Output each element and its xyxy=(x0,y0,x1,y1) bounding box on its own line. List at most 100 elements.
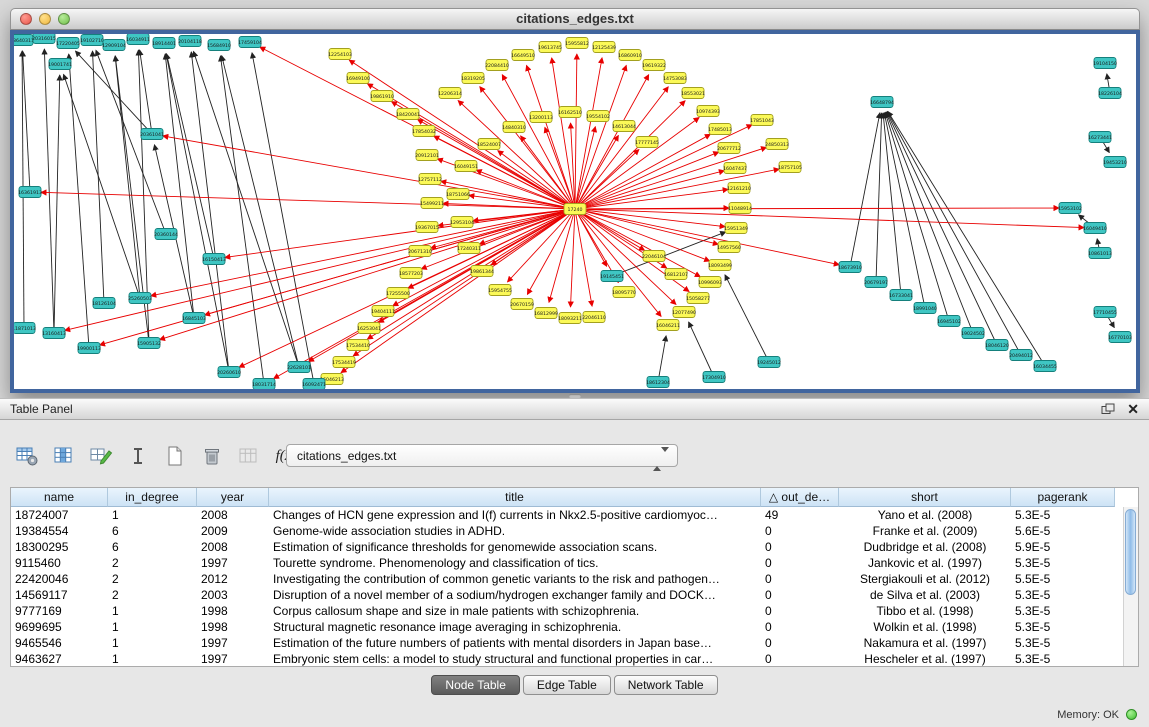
cell-short[interactable]: Hescheler et al. (1997) xyxy=(839,651,1011,667)
table-row[interactable]: 946362711997Embryonic stem cells: a mode… xyxy=(11,651,1138,667)
graph-node[interactable]: 15954755 xyxy=(488,285,512,296)
column-header-year[interactable]: year xyxy=(197,488,269,507)
graph-node[interactable]: 12077490 xyxy=(672,307,696,318)
cell-name[interactable]: 9699695 xyxy=(11,619,108,635)
graph-node[interactable]: 16770103 xyxy=(1108,332,1132,343)
cell-name[interactable]: 9115460 xyxy=(11,555,108,571)
cell-pagerank[interactable]: 5.3E-5 xyxy=(1011,507,1115,523)
graph-node[interactable]: 18524007 xyxy=(477,139,501,150)
graph-node[interactable]: 18319205 xyxy=(461,73,485,84)
graph-node[interactable]: 18751066 xyxy=(446,189,470,200)
table-row[interactable]: 969969511998Structural magnetic resonanc… xyxy=(11,619,1138,635)
graph-node[interactable]: 19404111 xyxy=(371,306,395,317)
cell-title[interactable]: Investigating the contribution of common… xyxy=(269,571,761,587)
graph-node[interactable]: 11048914 xyxy=(728,203,752,214)
graph-node[interactable]: 18226104 xyxy=(1098,88,1122,99)
graph-node[interactable]: 19001741 xyxy=(48,59,72,70)
minimize-window-button[interactable] xyxy=(39,13,51,25)
graph-node[interactable]: 13160413 xyxy=(42,328,66,339)
graph-node[interactable]: 12757112 xyxy=(418,174,442,185)
graph-node[interactable]: 19554102 xyxy=(586,111,610,122)
graph-node[interactable]: 18093211 xyxy=(558,313,582,324)
graph-node[interactable]: 16733041 xyxy=(889,290,913,301)
table-row[interactable]: 1938455462009Genome-wide association stu… xyxy=(11,523,1138,539)
graph-node[interactable]: 22046104 xyxy=(642,251,666,262)
graph-node[interactable]: 19861344 xyxy=(470,266,494,277)
column-header-short[interactable]: short xyxy=(839,488,1011,507)
graph-node[interactable]: 17255500 xyxy=(386,288,410,299)
cell-out_degree[interactable]: 0 xyxy=(761,587,839,603)
graph-node[interactable]: 20679197 xyxy=(864,277,888,288)
table-row[interactable]: 1830029562008Estimation of significance … xyxy=(11,539,1138,555)
graph-node[interactable]: 17459104 xyxy=(238,37,262,48)
table-row[interactable]: 911546021997Tourette syndrome. Phenomeno… xyxy=(11,555,1138,571)
graph-node[interactable]: 18577203 xyxy=(399,268,423,279)
cell-pagerank[interactable]: 5.6E-5 xyxy=(1011,523,1115,539)
cell-year[interactable]: 1997 xyxy=(197,635,269,651)
graph-node[interactable]: 15684910 xyxy=(207,40,231,51)
cell-title[interactable]: Changes of HCN gene expression and I(f) … xyxy=(269,507,761,523)
cell-title[interactable]: Structural magnetic resonance image aver… xyxy=(269,619,761,635)
cell-title[interactable]: Corpus callosum shape and size in male p… xyxy=(269,603,761,619)
graph-node[interactable]: 16034455 xyxy=(1033,361,1057,372)
graph-node[interactable]: 16047437 xyxy=(723,163,747,174)
graph-node[interactable]: 17534419 xyxy=(332,357,356,368)
graph-node[interactable]: 18095770 xyxy=(612,287,636,298)
graph-node[interactable]: 14613044 xyxy=(612,121,636,132)
cell-pagerank[interactable]: 5.9E-5 xyxy=(1011,539,1115,555)
graph-node[interactable]: 16812999 xyxy=(534,308,558,319)
cell-in_degree[interactable]: 1 xyxy=(108,603,197,619)
graph-node[interactable]: 16034911 xyxy=(126,34,150,45)
cell-out_degree[interactable]: 0 xyxy=(761,539,839,555)
graph-node[interactable]: 24850313 xyxy=(765,139,789,150)
graph-node[interactable]: 16273441 xyxy=(1088,132,1112,143)
graph-node[interactable]: 10974393 xyxy=(696,106,720,117)
network-canvas[interactable]: 1225410316949100198619101842004117854032… xyxy=(14,34,1136,389)
cell-name[interactable]: 18724007 xyxy=(11,507,108,523)
graph-node[interactable]: 15058277 xyxy=(686,293,710,304)
graph-node[interactable]: 16860910 xyxy=(618,50,642,61)
cell-pagerank[interactable]: 5.5E-5 xyxy=(1011,571,1115,587)
graph-node[interactable]: 20361041 xyxy=(140,129,164,140)
tab-edge-table[interactable]: Edge Table xyxy=(523,675,611,695)
cell-title[interactable]: Tourette syndrome. Phenomenology and cla… xyxy=(269,555,761,571)
cell-name[interactable]: 9463627 xyxy=(11,651,108,667)
cell-year[interactable]: 1997 xyxy=(197,555,269,571)
cell-year[interactable]: 2008 xyxy=(197,539,269,555)
column-header-title[interactable]: title xyxy=(269,488,761,507)
delete-button[interactable] xyxy=(199,444,225,468)
cell-in_degree[interactable]: 2 xyxy=(108,587,197,603)
cell-out_degree[interactable]: 0 xyxy=(761,523,839,539)
import-table-button[interactable] xyxy=(236,444,262,468)
graph-node[interactable]: 20671310 xyxy=(408,246,432,257)
cell-year[interactable]: 1998 xyxy=(197,619,269,635)
graph-node[interactable]: 20677712 xyxy=(717,143,741,154)
graph-node[interactable]: 20104118 xyxy=(178,36,202,47)
graph-node[interactable]: 20360144 xyxy=(154,229,178,240)
graph-node[interactable]: 19245012 xyxy=(757,357,781,368)
cell-out_degree[interactable]: 49 xyxy=(761,507,839,523)
zoom-window-button[interactable] xyxy=(58,13,70,25)
graph-node[interactable]: 18612304 xyxy=(646,377,670,388)
close-panel-button[interactable]: ✕ xyxy=(1127,401,1139,417)
graph-node[interactable]: 19861910 xyxy=(370,91,394,102)
cell-title[interactable]: Estimation of significance thresholds fo… xyxy=(269,539,761,555)
graph-node[interactable]: 15905132 xyxy=(137,338,161,349)
float-panel-button[interactable] xyxy=(1101,401,1115,417)
cell-year[interactable]: 1998 xyxy=(197,603,269,619)
graph-node[interactable]: 17485013 xyxy=(708,124,732,135)
graph-node[interactable]: 19619322 xyxy=(642,60,666,71)
close-window-button[interactable] xyxy=(20,13,32,25)
graph-node[interactable]: 18640311 xyxy=(14,35,34,46)
cell-year[interactable]: 2003 xyxy=(197,587,269,603)
graph-node[interactable]: 17534410 xyxy=(346,340,370,351)
graph-node[interactable]: 19102710 xyxy=(80,35,104,46)
graph-node[interactable]: 17851043 xyxy=(750,115,774,126)
table-settings-button[interactable] xyxy=(14,444,40,468)
column-header-out_degree[interactable]: △ out_de… xyxy=(761,488,839,507)
graph-node[interactable]: 18673910 xyxy=(838,262,862,273)
cell-out_degree[interactable]: 0 xyxy=(761,635,839,651)
cell-year[interactable]: 2012 xyxy=(197,571,269,587)
cell-short[interactable]: Franke et al. (2009) xyxy=(839,523,1011,539)
graph-node[interactable]: 22084410 xyxy=(485,60,509,71)
